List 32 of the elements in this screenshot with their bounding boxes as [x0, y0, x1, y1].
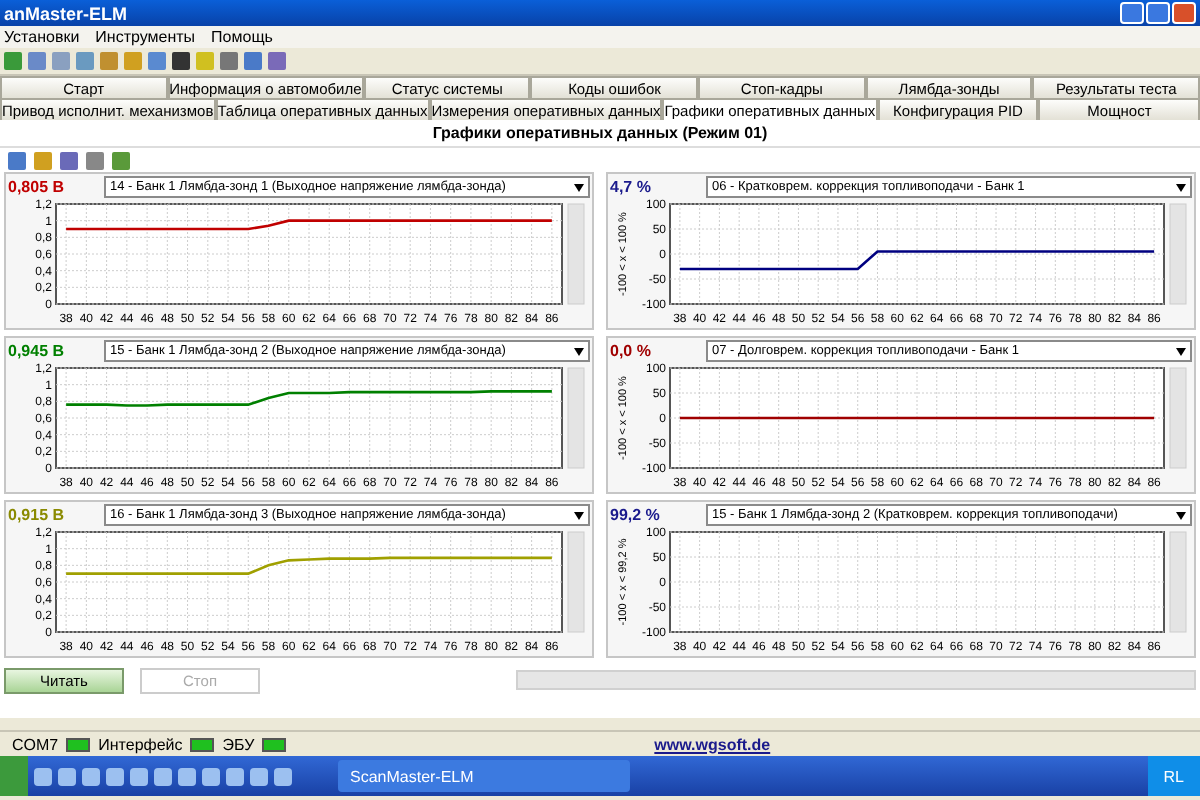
caret-icon: [574, 347, 584, 355]
caret-icon: [574, 183, 584, 191]
reading: 0,945 В: [8, 342, 67, 360]
caret-icon: [1176, 183, 1186, 191]
status-label: Интерфейс: [98, 735, 183, 753]
scrollbar[interactable]: [1169, 367, 1187, 469]
menu-item[interactable]: Помощь: [211, 28, 273, 46]
close-button[interactable]: [1172, 2, 1196, 24]
scrollbar[interactable]: [1169, 203, 1187, 305]
status-label: COM7: [12, 735, 59, 753]
menu-item[interactable]: Установки: [4, 28, 80, 46]
scrollbar[interactable]: [1169, 531, 1187, 633]
status-label: ЭБУ: [222, 735, 255, 753]
menu-item[interactable]: Инструменты: [95, 28, 196, 46]
start-button[interactable]: [0, 756, 28, 796]
reading: 99,2 %: [610, 506, 662, 524]
taskbar-button[interactable]: ScanMaster-ELM: [338, 760, 630, 792]
caret-icon: [1176, 347, 1186, 355]
window-title: anMaster-ELM: [4, 3, 128, 23]
caret-icon: [574, 511, 584, 519]
scrollbar[interactable]: [567, 531, 585, 633]
scrollbar[interactable]: [567, 367, 585, 469]
reading: 0,0 %: [610, 342, 653, 360]
caret-icon: [1176, 511, 1186, 519]
scrollbar[interactable]: [567, 203, 585, 305]
reading: 0,805 В: [8, 178, 67, 196]
website-link[interactable]: www.wgsoft.de: [654, 735, 771, 753]
page-title: Графики оперативных данных (Режим 01): [0, 120, 1200, 148]
reading: 0,915 В: [8, 506, 67, 524]
minimize-button[interactable]: [1120, 2, 1144, 24]
maximize-button[interactable]: [1146, 2, 1170, 24]
reading: 4,7 %: [610, 178, 653, 196]
